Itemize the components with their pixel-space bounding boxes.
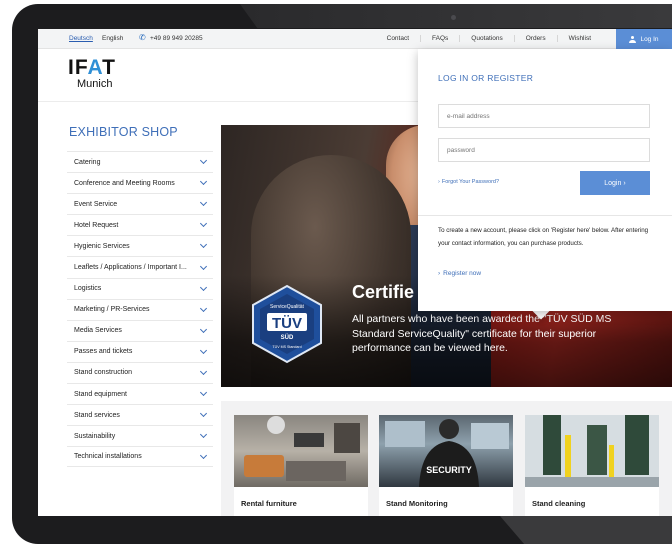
- chevron-down-icon: [199, 241, 208, 249]
- menu-item-passes[interactable]: Passes and tickets: [67, 340, 213, 362]
- chevron-down-icon: [199, 410, 208, 418]
- menu-item-media-services[interactable]: Media Services: [67, 319, 213, 341]
- phone-contact[interactable]: ✆ +49 89 949 20285: [139, 34, 203, 42]
- screen: Deutsch English ✆ +49 89 949 20285 Conta…: [38, 29, 672, 516]
- top-nav: Contact FAQs Quotations Orders Wishlist: [376, 35, 602, 42]
- top-link-orders[interactable]: Orders: [513, 35, 557, 42]
- category-menu: Catering Conference and Meeting Rooms Ev…: [67, 151, 213, 468]
- card-image-furniture: [234, 415, 368, 487]
- login-button[interactable]: Log In: [616, 29, 672, 49]
- svg-text:SECURITY: SECURITY: [426, 465, 472, 475]
- chevron-down-icon: [199, 431, 208, 439]
- menu-item-sustainability[interactable]: Sustainability: [67, 425, 213, 446]
- chevron-down-icon: [199, 157, 208, 165]
- chevron-right-icon: ›: [438, 179, 440, 185]
- menu-item-marketing[interactable]: Marketing / PR-Services: [67, 298, 213, 320]
- menu-item-stand-services[interactable]: Stand services: [67, 404, 213, 425]
- language-english-link[interactable]: English: [102, 35, 123, 42]
- svg-text:ServiceQualität: ServiceQualität: [270, 304, 305, 310]
- page: Deutsch English ✆ +49 89 949 20285 Conta…: [0, 0, 672, 544]
- dropdown-divider: [418, 215, 672, 216]
- menu-item-stand-equipment[interactable]: Stand equipment: [67, 383, 213, 404]
- language-deutsch-link[interactable]: Deutsch: [69, 35, 93, 42]
- utility-bar: Deutsch English ✆ +49 89 949 20285 Conta…: [38, 29, 672, 49]
- user-icon: [629, 35, 637, 43]
- chevron-right-icon: ›: [623, 179, 626, 187]
- card-title: Stand Monitoring: [386, 499, 448, 508]
- card-image-cleaning: [525, 415, 659, 487]
- register-info-text: To create a new account, please click on…: [438, 227, 649, 247]
- ifat-logo[interactable]: IFAT Munich: [68, 57, 116, 90]
- card-title: Rental furniture: [241, 499, 297, 508]
- chevron-down-icon: [199, 325, 208, 333]
- svg-text:TÜV: TÜV: [272, 315, 302, 332]
- camera-icon: [451, 15, 456, 20]
- frame-highlight: [240, 4, 672, 28]
- menu-item-hygienic-services[interactable]: Hygienic Services: [67, 235, 213, 256]
- top-link-quotations[interactable]: Quotations: [459, 35, 513, 42]
- register-link[interactable]: › Register now: [438, 270, 481, 277]
- hero-title: Certifie: [352, 282, 415, 302]
- phone-icon: ✆: [139, 33, 146, 42]
- menu-item-hotel-request[interactable]: Hotel Request: [67, 214, 213, 235]
- menu-item-catering[interactable]: Catering: [67, 151, 213, 172]
- card-rental-furniture[interactable]: Rental furniture: [234, 415, 368, 516]
- card-image-monitoring: SECURITY: [379, 415, 513, 487]
- menu-item-stand-construction[interactable]: Stand construction: [67, 361, 213, 383]
- login-button-label: Log In: [640, 35, 659, 43]
- login-dropdown: LOG IN OR REGISTER › Forgot Your Passwor…: [418, 49, 672, 311]
- svg-text:TÜV MS Standard: TÜV MS Standard: [272, 345, 301, 349]
- forgot-password-link[interactable]: › Forgot Your Password?: [438, 179, 499, 185]
- password-input[interactable]: [438, 138, 650, 162]
- top-link-wishlist[interactable]: Wishlist: [556, 35, 602, 42]
- card-title: Stand cleaning: [532, 499, 586, 508]
- tuv-sud-badge: ServiceQualität TÜV SÜD TÜV MS Standard: [252, 284, 322, 364]
- chevron-down-icon: [199, 178, 208, 186]
- chevron-down-icon: [199, 304, 208, 312]
- chevron-down-icon: [199, 346, 208, 354]
- menu-item-technical-installations[interactable]: Technical installations: [67, 446, 213, 468]
- top-link-faqs[interactable]: FAQs: [420, 35, 459, 42]
- chevron-down-icon: [199, 389, 208, 397]
- login-submit-button[interactable]: Login ›: [580, 171, 650, 195]
- phone-number: +49 89 949 20285: [150, 34, 203, 42]
- login-dropdown-title: LOG IN OR REGISTER: [438, 73, 534, 83]
- logo-wordmark: IFAT: [68, 56, 116, 79]
- chevron-down-icon: [199, 367, 208, 376]
- email-input[interactable]: [438, 104, 650, 128]
- chevron-down-icon: [199, 262, 208, 270]
- chevron-down-icon: [199, 220, 208, 228]
- top-link-contact[interactable]: Contact: [376, 35, 420, 42]
- chevron-right-icon: ›: [438, 270, 441, 277]
- menu-item-logistics[interactable]: Logistics: [67, 277, 213, 299]
- card-stand-cleaning[interactable]: Stand cleaning: [525, 415, 659, 516]
- logo-city: Munich: [77, 78, 113, 90]
- card-stand-monitoring[interactable]: SECURITY Stand Monitoring: [379, 415, 513, 516]
- chevron-down-icon: [199, 451, 208, 459]
- svg-text:SÜD: SÜD: [281, 334, 294, 341]
- menu-item-event-service[interactable]: Event Service: [67, 193, 213, 214]
- menu-item-leaflets[interactable]: Leaflets / Applications / Important I...: [67, 256, 213, 277]
- chevron-down-icon: [199, 283, 208, 291]
- menu-item-conference[interactable]: Conference and Meeting Rooms: [67, 172, 213, 193]
- hero-text: All partners who have been awarded the "…: [352, 313, 612, 354]
- chevron-down-icon: [199, 199, 208, 207]
- frame-reflection: [500, 516, 672, 544]
- shop-title: EXHIBITOR SHOP: [69, 125, 178, 139]
